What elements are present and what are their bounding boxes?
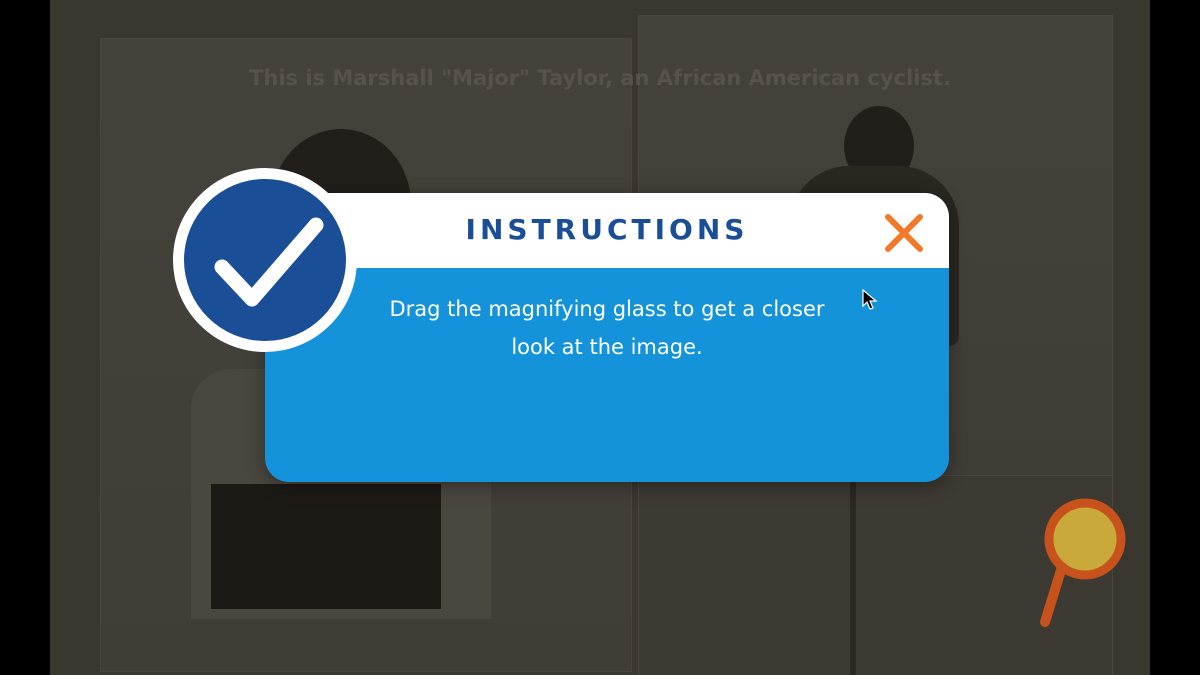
- instruction-line-1: Drag the magnifying glass to get a close…: [389, 297, 825, 321]
- instruction-line-2: look at the image.: [511, 335, 703, 359]
- dialog-title: INSTRUCTIONS: [465, 213, 749, 246]
- instructions-dialog: INSTRUCTIONS Drag the magnifying glass t…: [265, 193, 949, 482]
- checkmark-badge-inner: [184, 179, 346, 341]
- mouse-cursor-icon: [862, 289, 878, 310]
- dialog-header: INSTRUCTIONS: [265, 193, 949, 268]
- checkmark-icon: [214, 217, 324, 307]
- dialog-body: Drag the magnifying glass to get a close…: [375, 290, 839, 366]
- close-icon[interactable]: [882, 211, 926, 255]
- checkmark-badge: [173, 168, 357, 352]
